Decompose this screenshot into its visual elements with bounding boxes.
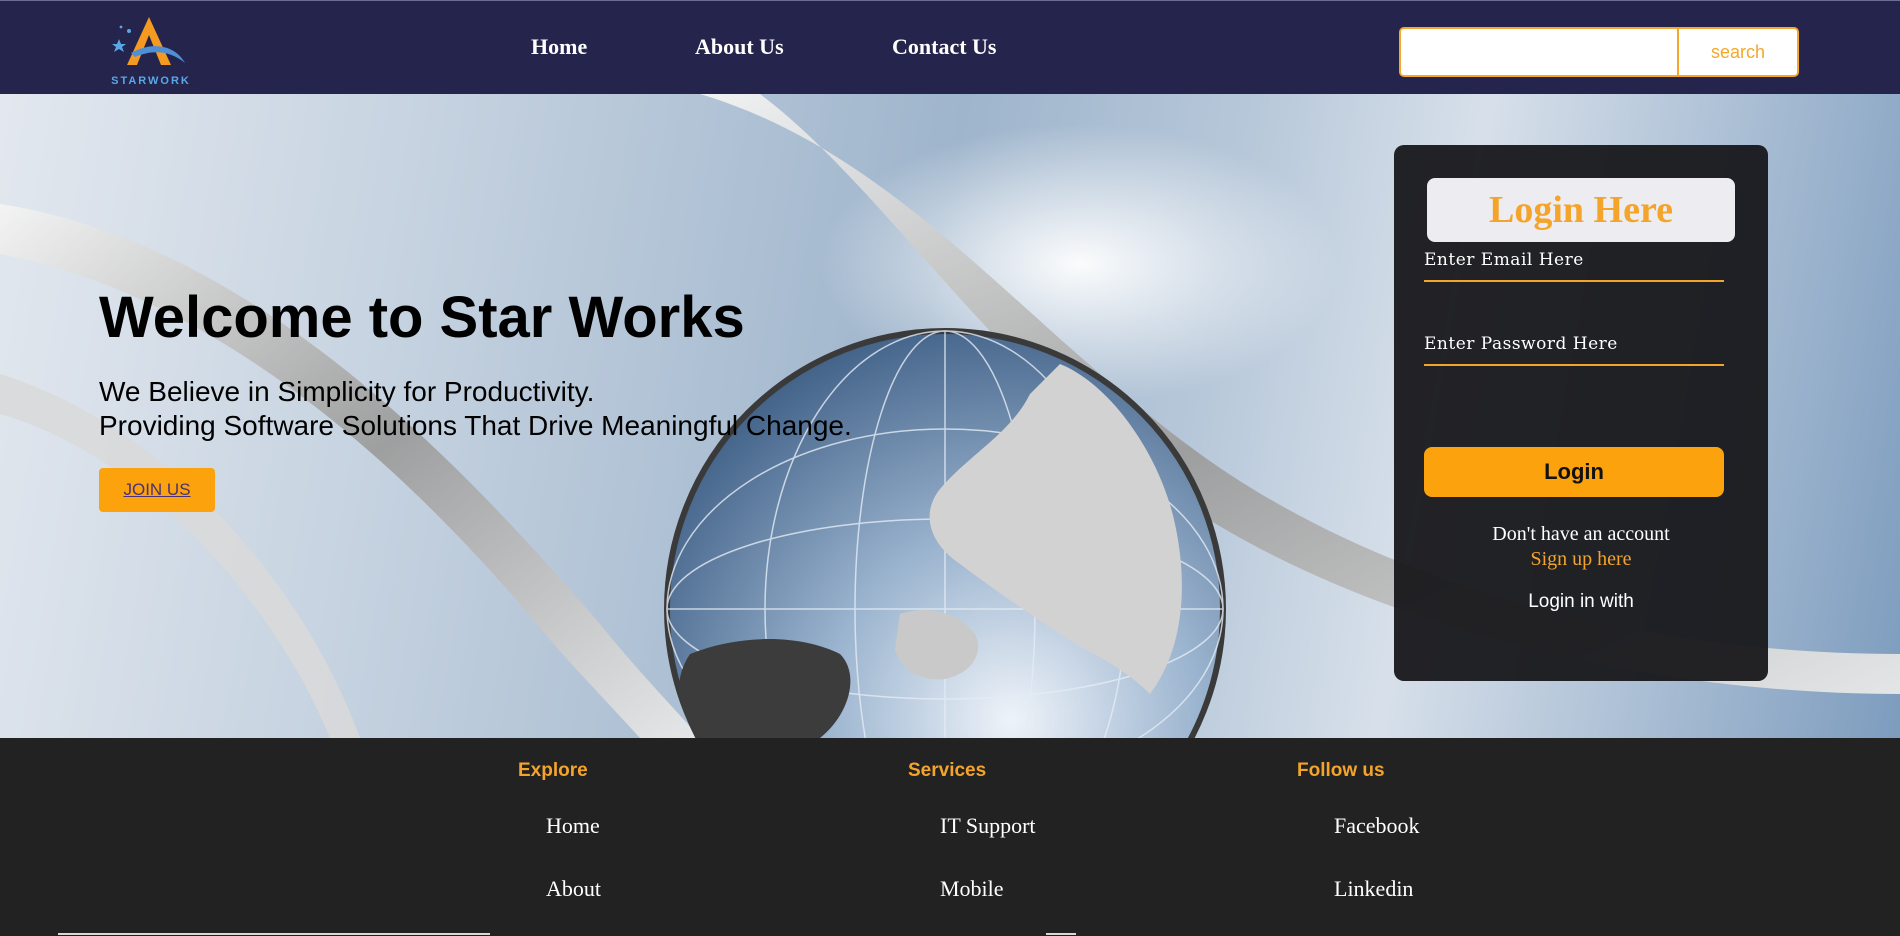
star-a-logo-icon xyxy=(112,17,185,65)
footer-link-facebook[interactable]: Facebook xyxy=(1334,813,1420,839)
footer-heading-explore: Explore xyxy=(518,760,588,781)
footer: Explore Home About Services IT Support M… xyxy=(0,738,1900,936)
login-with-text: Login in with xyxy=(1528,591,1634,612)
footer-link-about[interactable]: About xyxy=(546,876,601,902)
footer-link-linkedin[interactable]: Linkedin xyxy=(1334,876,1413,902)
login-heading: Login Here xyxy=(1427,178,1735,242)
navbar: STARWORK Home About Us Contact Us search xyxy=(0,0,1900,94)
no-account-text: Don't have an account xyxy=(1492,523,1670,545)
footer-heading-follow-us: Follow us xyxy=(1297,760,1385,781)
hero-tagline-2: Providing Software Solutions That Drive … xyxy=(99,410,852,441)
footer-link-it-support[interactable]: IT Support xyxy=(940,813,1036,839)
hero-tagline-1: We Believe in Simplicity for Productivit… xyxy=(99,376,595,407)
footer-link-mobile[interactable]: Mobile xyxy=(940,876,1004,902)
nav-contact-us[interactable]: Contact Us xyxy=(892,34,997,60)
login-card: Login Here Login Don't have an account S… xyxy=(1394,145,1768,681)
hero-section: Welcome to Star Works We Believe in Simp… xyxy=(0,94,1900,738)
search-button[interactable]: search xyxy=(1677,29,1797,75)
starwork-logo[interactable]: STARWORK xyxy=(97,13,205,87)
login-button[interactable]: Login xyxy=(1424,447,1724,497)
footer-heading-services: Services xyxy=(908,760,987,781)
hero-title: Welcome to Star Works xyxy=(99,285,745,350)
nav-about-us[interactable]: About Us xyxy=(695,34,784,60)
search-form: search xyxy=(1399,27,1799,77)
search-input[interactable] xyxy=(1401,29,1677,75)
join-us-button[interactable]: JOIN US xyxy=(99,468,215,512)
logo-wordmark: STARWORK xyxy=(111,75,191,87)
nav-home[interactable]: Home xyxy=(531,34,587,60)
footer-link-home[interactable]: Home xyxy=(546,813,600,839)
sign-up-link[interactable]: Sign up here xyxy=(1394,548,1768,571)
footer-divider-short xyxy=(1046,933,1076,935)
footer-divider xyxy=(58,933,490,935)
password-field[interactable] xyxy=(1424,324,1724,366)
email-field[interactable] xyxy=(1424,240,1724,282)
